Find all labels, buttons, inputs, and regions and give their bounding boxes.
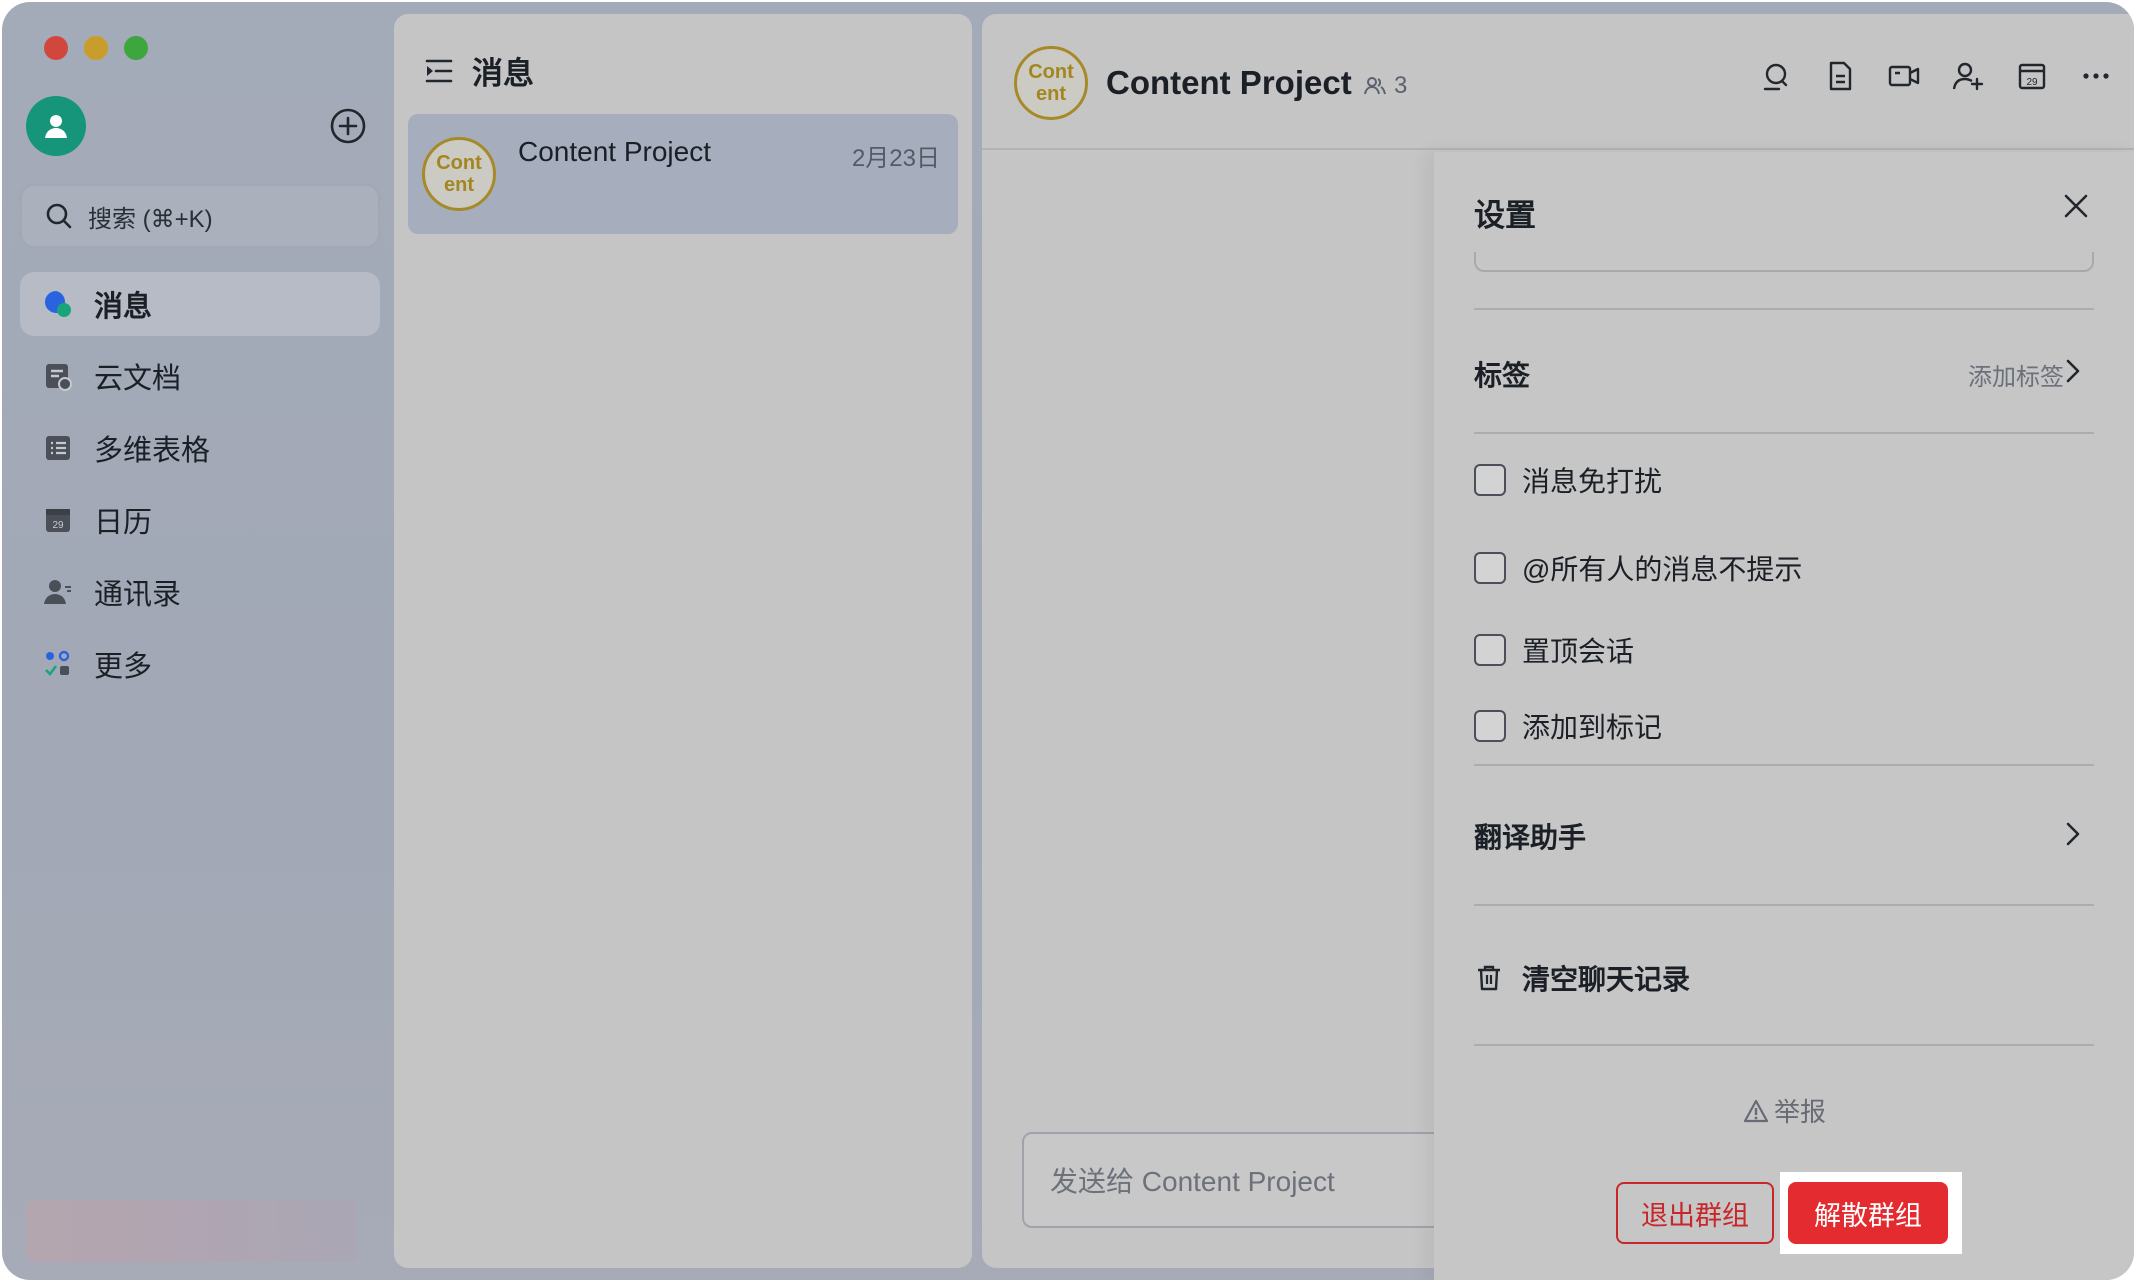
members-icon bbox=[1364, 77, 1386, 95]
option-mute-at-all[interactable]: @所有人的消息不提示 bbox=[1474, 548, 1802, 588]
chat-list-item[interactable]: Cont ent Content Project 2月23日 bbox=[408, 114, 958, 234]
sidebar-item-label: 日历 bbox=[94, 507, 153, 539]
blurred-profile-card bbox=[26, 1200, 356, 1262]
collapsed-section-edge bbox=[1474, 252, 2094, 272]
sidebar-item-calendar[interactable]: 29 日历 bbox=[20, 488, 380, 552]
group-avatar: Cont ent bbox=[422, 137, 496, 211]
checkbox[interactable] bbox=[1474, 552, 1506, 584]
divider bbox=[1474, 1044, 2094, 1046]
document-icon[interactable] bbox=[1822, 58, 1858, 94]
zoom-window-button[interactable] bbox=[124, 36, 148, 60]
search-chat-icon[interactable] bbox=[1758, 58, 1794, 94]
sidebar-item-label: 多维表格 bbox=[94, 435, 211, 467]
sidebar: 搜索 (⌘+K) 消息 云文档 多维表格 29 日历 通讯录 更多 bbox=[2, 2, 394, 1280]
docs-icon bbox=[42, 360, 74, 392]
calendar-event-icon[interactable]: 29 bbox=[2014, 58, 2050, 94]
chat-title: Content Project bbox=[1106, 64, 1352, 101]
checkbox[interactable] bbox=[1474, 634, 1506, 666]
trash-icon bbox=[1478, 965, 1500, 991]
messages-icon bbox=[42, 288, 74, 320]
chat-list-header: 消息 bbox=[424, 48, 534, 93]
settings-panel: 设置 标签 添加标签 消息免打扰 @所有人的消息不提示 置顶会话 添加到标记 翻… bbox=[1434, 152, 2134, 1280]
sidebar-nav: 消息 云文档 多维表格 29 日历 通讯录 更多 bbox=[20, 272, 380, 704]
chat-header: Cont ent Content Project 3 29 bbox=[982, 14, 2134, 150]
sidebar-item-messages[interactable]: 消息 bbox=[20, 272, 380, 336]
settings-title: 设置 bbox=[1474, 198, 1536, 233]
sidebar-item-more[interactable]: 更多 bbox=[20, 632, 380, 696]
video-call-icon[interactable] bbox=[1886, 58, 1922, 94]
svg-text:29: 29 bbox=[2026, 77, 2038, 88]
collapse-list-icon[interactable] bbox=[424, 56, 454, 86]
checkbox[interactable] bbox=[1474, 710, 1506, 742]
close-settings-button[interactable] bbox=[2058, 188, 2094, 224]
member-count[interactable]: 3 bbox=[1362, 72, 1407, 100]
chat-date: 2月23日 bbox=[851, 145, 940, 172]
clear-history-label: 清空聊天记录 bbox=[1522, 964, 1691, 995]
chat-list-title: 消息 bbox=[472, 56, 534, 91]
option-label: 消息免打扰 bbox=[1522, 466, 1663, 497]
sidebar-item-label: 消息 bbox=[94, 291, 153, 323]
divider bbox=[1474, 432, 2094, 434]
svg-text:29: 29 bbox=[52, 520, 64, 531]
option-label: @所有人的消息不提示 bbox=[1522, 554, 1803, 585]
minimize-window-button[interactable] bbox=[84, 36, 108, 60]
option-label: 添加到标记 bbox=[1522, 712, 1663, 743]
divider bbox=[1474, 308, 2094, 310]
divider bbox=[1474, 764, 2094, 766]
calendar-icon: 29 bbox=[42, 504, 74, 536]
report-label: 举报 bbox=[1773, 1097, 1826, 1127]
chat-list-panel: 消息 Cont ent Content Project 2月23日 bbox=[394, 14, 972, 1268]
option-mute-messages[interactable]: 消息免打扰 bbox=[1474, 460, 1662, 500]
sidebar-item-label: 云文档 bbox=[94, 363, 182, 395]
warning-icon bbox=[1743, 1099, 1769, 1122]
chevron-right-icon bbox=[2066, 359, 2080, 383]
translate-label: 翻译助手 bbox=[1474, 822, 1587, 853]
search-placeholder: 搜索 (⌘+K) bbox=[88, 205, 213, 233]
sidebar-item-contacts[interactable]: 通讯录 bbox=[20, 560, 380, 624]
clear-history-button[interactable]: 清空聊天记录 bbox=[1474, 958, 1690, 998]
option-add-to-marked[interactable]: 添加到标记 bbox=[1474, 706, 1662, 746]
sidebar-item-docs[interactable]: 云文档 bbox=[20, 344, 380, 408]
option-label: 置顶会话 bbox=[1522, 636, 1635, 667]
tags-label: 标签 bbox=[1474, 360, 1531, 391]
exit-group-button[interactable]: 退出群组 bbox=[1616, 1182, 1774, 1244]
sidebar-item-label: 更多 bbox=[94, 651, 153, 683]
close-icon bbox=[2064, 194, 2088, 218]
add-member-icon[interactable] bbox=[1950, 58, 1986, 94]
close-window-button[interactable] bbox=[44, 36, 68, 60]
sidebar-item-base[interactable]: 多维表格 bbox=[20, 416, 380, 480]
chat-toolbar: 29 bbox=[1758, 58, 2114, 94]
group-avatar[interactable]: Cont ent bbox=[1014, 46, 1088, 120]
base-icon bbox=[42, 432, 74, 464]
chat-name: Content Project bbox=[518, 136, 711, 167]
composer-placeholder: 发送给 Content Project bbox=[1050, 1166, 1335, 1197]
add-button[interactable] bbox=[328, 106, 368, 146]
more-apps-icon bbox=[42, 648, 74, 680]
chevron-right-icon bbox=[2066, 822, 2080, 846]
search-input[interactable]: 搜索 (⌘+K) bbox=[20, 184, 380, 248]
add-tags-hint: 添加标签 bbox=[1968, 364, 2064, 391]
message-composer[interactable]: 发送给 Content Project bbox=[1022, 1132, 1482, 1228]
contacts-icon bbox=[42, 576, 74, 608]
option-pin-chat[interactable]: 置顶会话 bbox=[1474, 630, 1634, 670]
sidebar-item-label: 通讯录 bbox=[94, 579, 182, 611]
more-icon[interactable] bbox=[2078, 58, 2114, 94]
user-avatar[interactable] bbox=[26, 96, 86, 156]
divider bbox=[1474, 904, 2094, 906]
window-controls bbox=[44, 36, 148, 60]
report-link[interactable]: 举报 bbox=[1434, 1092, 2134, 1129]
search-icon bbox=[46, 203, 72, 229]
app-window: 搜索 (⌘+K) 消息 云文档 多维表格 29 日历 通讯录 更多 消息 Con… bbox=[2, 2, 2134, 1280]
checkbox[interactable] bbox=[1474, 464, 1506, 496]
dissolve-group-button[interactable]: 解散群组 bbox=[1788, 1182, 1948, 1244]
plus-circle-icon bbox=[330, 108, 366, 144]
person-icon bbox=[45, 115, 67, 138]
